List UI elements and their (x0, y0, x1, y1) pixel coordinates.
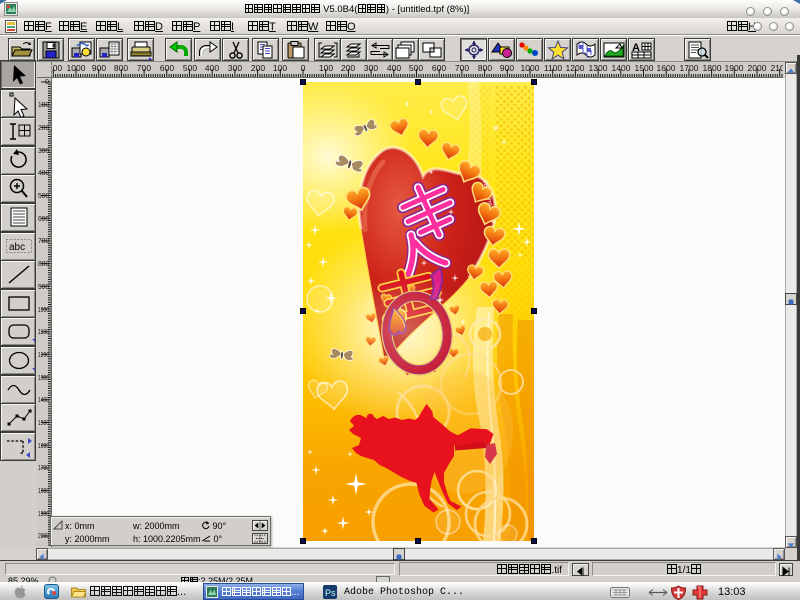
svg-text:400: 400 (387, 63, 401, 73)
svg-text:1500: 1500 (38, 418, 49, 427)
svg-text:1200: 1200 (566, 63, 585, 73)
svg-text:2000: 2000 (38, 531, 49, 540)
svg-text:500: 500 (409, 63, 423, 73)
svg-text:700: 700 (38, 236, 49, 245)
svg-text:1800: 1800 (703, 63, 722, 73)
svg-text:300: 300 (228, 63, 242, 73)
svg-text:1100: 1100 (38, 327, 49, 336)
svg-text:500: 500 (183, 63, 197, 73)
svg-text:1500: 1500 (635, 63, 654, 73)
svg-text:100: 100 (319, 63, 333, 73)
svg-text:300: 300 (364, 63, 378, 73)
svg-text:1000: 1000 (38, 305, 49, 314)
svg-text:700: 700 (137, 63, 151, 73)
svg-text:1700: 1700 (38, 463, 49, 472)
svg-text:1600: 1600 (657, 63, 676, 73)
svg-text:700: 700 (455, 63, 469, 73)
svg-text:1200: 1200 (38, 350, 49, 359)
svg-text:2100: 2100 (771, 63, 783, 73)
svg-text:1800: 1800 (38, 486, 49, 495)
svg-text:800: 800 (38, 259, 49, 268)
svg-text:100: 100 (273, 63, 287, 73)
svg-text:2000: 2000 (748, 63, 767, 73)
svg-text:100: 100 (38, 100, 49, 109)
svg-text:200: 200 (251, 63, 265, 73)
svg-text:500: 500 (38, 191, 49, 200)
svg-text:900: 900 (38, 282, 49, 291)
svg-text:800: 800 (478, 63, 492, 73)
svg-text:1600: 1600 (38, 441, 49, 450)
svg-text:200: 200 (38, 123, 49, 132)
svg-text:1400: 1400 (38, 395, 49, 404)
svg-text:400: 400 (38, 168, 49, 177)
svg-text:1300: 1300 (589, 63, 608, 73)
svg-text:600: 600 (432, 63, 446, 73)
svg-text:1000: 1000 (67, 63, 86, 73)
svg-text:1100: 1100 (544, 63, 563, 73)
svg-text:1900: 1900 (725, 63, 744, 73)
svg-text:0: 0 (301, 63, 306, 73)
svg-text:600: 600 (38, 214, 49, 223)
svg-text:1100: 1100 (52, 63, 62, 73)
svg-text:900: 900 (92, 63, 106, 73)
svg-text:1700: 1700 (680, 63, 699, 73)
svg-text:200: 200 (341, 63, 355, 73)
svg-text:800: 800 (114, 63, 128, 73)
svg-text:0: 0 (45, 77, 49, 86)
svg-text:300: 300 (38, 146, 49, 155)
svg-text:1300: 1300 (38, 373, 49, 382)
svg-text:600: 600 (160, 63, 174, 73)
svg-text:400: 400 (205, 63, 219, 73)
svg-text:900: 900 (500, 63, 514, 73)
svg-text:Ps: Ps (325, 588, 336, 598)
svg-text:abc: abc (9, 242, 25, 253)
svg-text:1900: 1900 (38, 509, 49, 518)
svg-text:1000: 1000 (521, 63, 540, 73)
svg-text:1400: 1400 (612, 63, 631, 73)
